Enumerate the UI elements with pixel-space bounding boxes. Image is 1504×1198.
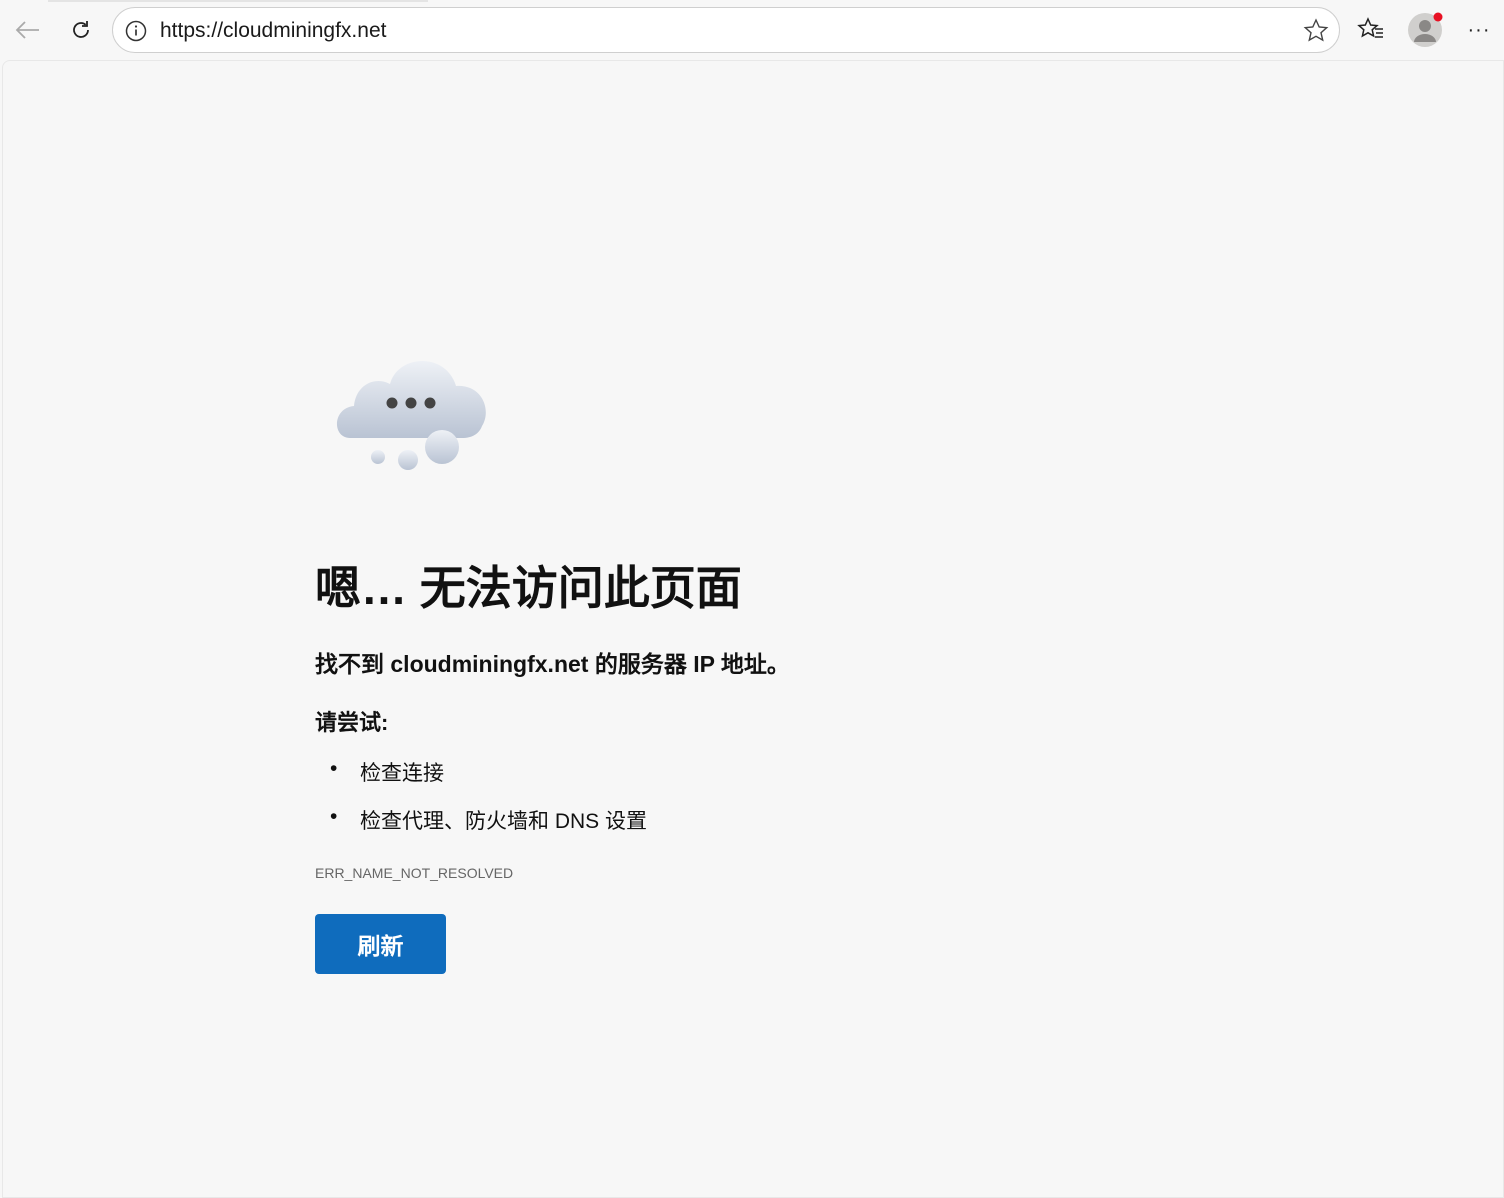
error-code: ERR_NAME_NOT_RESOLVED <box>315 865 514 881</box>
address-bar[interactable]: https://cloudminingfx.net <box>112 7 1340 53</box>
profile-button[interactable] <box>1407 12 1443 48</box>
reload-button[interactable]: 刷新 <box>315 914 446 974</box>
error-page <box>2 60 1504 1198</box>
browser-toolbar: https://cloudminingfx.net ··· <box>0 0 1504 60</box>
cloud-illustration-icon <box>336 361 486 470</box>
avatar-icon <box>1408 12 1443 47</box>
back-arrow-icon <box>15 21 39 39</box>
favorites-list-icon <box>1357 17 1383 38</box>
more-menu-button[interactable]: ··· <box>1462 14 1496 46</box>
try-label: 请尝试: <box>315 710 389 735</box>
notification-dot <box>1433 12 1443 22</box>
error-subtitle: 找不到 cloudminingfx.net 的服务器 IP 地址。 <box>315 651 790 677</box>
refresh-icon <box>73 21 89 38</box>
url-text[interactable]: https://cloudminingfx.net <box>160 19 386 43</box>
suggestion-item: 检查连接 <box>315 757 647 805</box>
back-button[interactable] <box>10 14 44 46</box>
favorite-star-icon[interactable] <box>1303 18 1329 44</box>
suggestion-list: 检查连接 检查代理、防火墙和 DNS 设置 <box>315 757 647 853</box>
info-icon[interactable] <box>125 20 147 42</box>
suggestion-item: 检查代理、防火墙和 DNS 设置 <box>315 805 647 853</box>
error-title: 嗯… 无法访问此页面 <box>315 562 742 614</box>
refresh-button[interactable] <box>64 13 98 47</box>
favorites-button[interactable] <box>1355 14 1387 46</box>
tab-strip-edge <box>48 0 428 2</box>
ellipsis-icon: ··· <box>1467 18 1491 41</box>
